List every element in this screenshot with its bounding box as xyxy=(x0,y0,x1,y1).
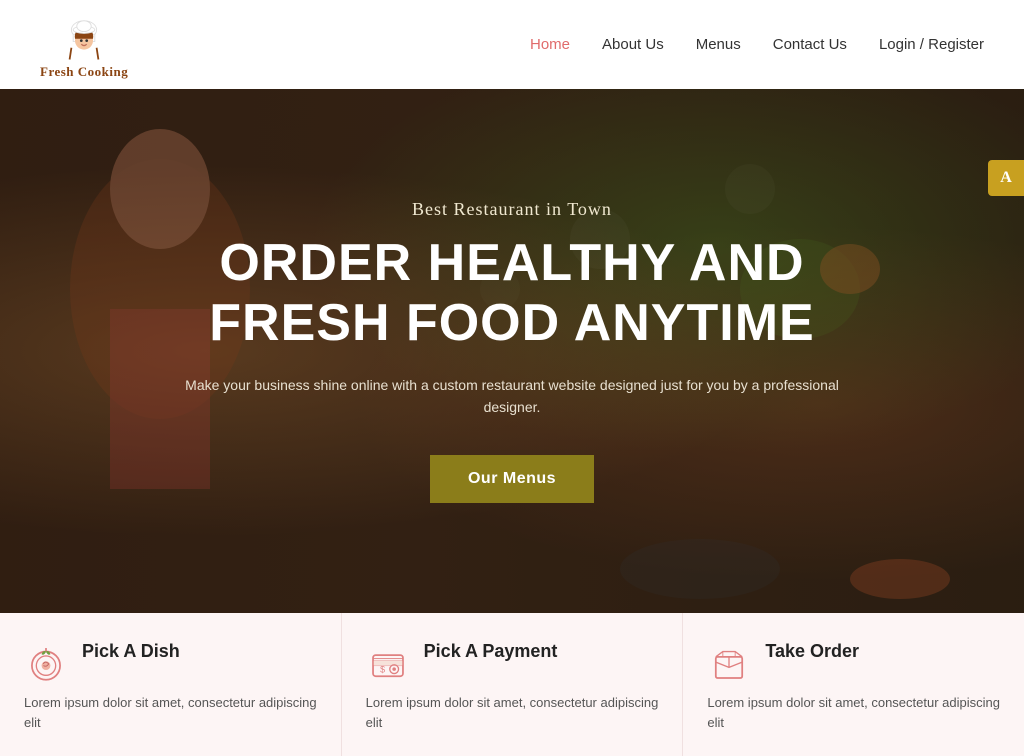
hero-content: Best Restaurant in Town ORDER HEALTHY AN… xyxy=(162,199,862,502)
nav-contact[interactable]: Contact Us xyxy=(773,36,847,53)
header: Fresh Cooking Home About Us Menus Contac… xyxy=(0,0,1024,89)
order-icon xyxy=(707,641,751,685)
feature-card-dish: Pick A Dish Lorem ipsum dolor sit amet, … xyxy=(0,613,342,756)
main-nav: Home About Us Menus Contact Us Login / R… xyxy=(530,36,984,53)
nav-about[interactable]: About Us xyxy=(602,36,664,53)
hero-cta-button[interactable]: Our Menus xyxy=(430,455,594,503)
dish-icon xyxy=(24,641,68,685)
hero-title: ORDER HEALTHY AND FRESH FOOD ANYTIME xyxy=(182,234,842,354)
feature-desc-payment: Lorem ipsum dolor sit amet, consectetur … xyxy=(366,693,659,732)
logo-text: Fresh Cooking xyxy=(40,64,128,80)
accessibility-button[interactable]: A xyxy=(988,160,1024,196)
nav-login[interactable]: Login / Register xyxy=(879,36,984,53)
hero-section: Best Restaurant in Town ORDER HEALTHY AN… xyxy=(0,89,1024,613)
feature-title-order: Take Order xyxy=(765,641,859,662)
nav-menus[interactable]: Menus xyxy=(696,36,741,53)
svg-text:$: $ xyxy=(380,665,385,675)
feature-title-payment: Pick A Payment xyxy=(424,641,558,662)
feature-desc-order: Lorem ipsum dolor sit amet, consectetur … xyxy=(707,693,1000,732)
feature-title-dish: Pick A Dish xyxy=(82,641,180,662)
nav-home[interactable]: Home xyxy=(530,36,570,53)
feature-card-payment: $ Pick A Payment Lorem ipsum dolor sit a… xyxy=(342,613,684,756)
features-section: Pick A Dish Lorem ipsum dolor sit amet, … xyxy=(0,613,1024,756)
feature-desc-dish: Lorem ipsum dolor sit amet, consectetur … xyxy=(24,693,317,732)
logo-icon xyxy=(57,10,111,64)
feature-card-order: Take Order Lorem ipsum dolor sit amet, c… xyxy=(683,613,1024,756)
logo: Fresh Cooking xyxy=(40,10,128,80)
payment-icon: $ xyxy=(366,641,410,685)
hero-subtitle: Best Restaurant in Town xyxy=(182,199,842,220)
hero-description: Make your business shine online with a c… xyxy=(182,374,842,419)
